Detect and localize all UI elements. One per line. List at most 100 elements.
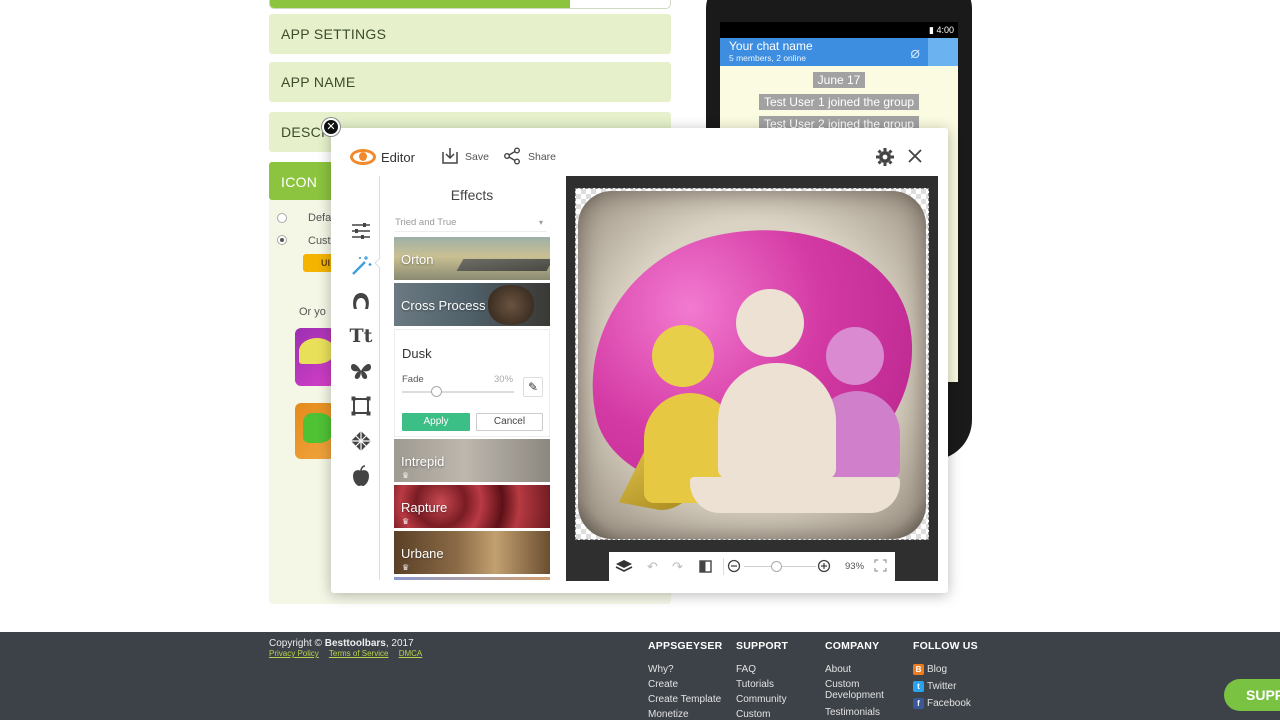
footer-link[interactable]: Custom xyxy=(736,707,788,720)
editor-modal: Editor Save Share Tt Effects Tried and T… xyxy=(331,128,948,593)
icon-option-purple[interactable] xyxy=(295,328,335,386)
effect-intrepid[interactable]: Intrepid ♛ xyxy=(394,439,550,482)
apply-button[interactable]: Apply xyxy=(402,413,470,431)
footer-link[interactable]: Custom xyxy=(825,679,884,690)
support-button[interactable]: SUPP xyxy=(1224,679,1280,711)
effects-category-dropdown[interactable]: Tried and True ▾ xyxy=(395,217,547,232)
texture-icon[interactable] xyxy=(349,429,373,453)
effect-rapture[interactable]: Rapture ♛ xyxy=(394,485,550,528)
crown-icon: ♛ xyxy=(402,471,410,480)
chat-date: June 17 xyxy=(812,72,866,88)
person-purple-head xyxy=(826,327,884,385)
effect-label: Intrepid xyxy=(401,454,445,469)
tool-sidebar: Tt xyxy=(343,176,379,580)
group-avatar xyxy=(928,38,958,66)
redo-icon[interactable]: ↷ xyxy=(672,559,683,575)
facebook-icon: f xyxy=(913,698,924,709)
apple-icon[interactable] xyxy=(349,464,373,488)
radio-custom-label: Cust xyxy=(308,235,331,247)
layers-icon[interactable] xyxy=(615,559,633,574)
share-button[interactable]: Share xyxy=(528,151,556,163)
magic-wand-icon[interactable] xyxy=(349,254,373,278)
gear-icon[interactable] xyxy=(875,147,895,167)
image-canvas[interactable]: ↶ ↷ 93% xyxy=(566,176,938,581)
zoom-out-icon[interactable] xyxy=(727,559,741,573)
footer-link[interactable]: Create Template xyxy=(648,692,722,707)
editor-topbar: Editor Save Share xyxy=(331,128,948,176)
dmca-link[interactable]: DMCA xyxy=(399,649,423,658)
fade-slider-handle[interactable] xyxy=(430,386,442,397)
section-app-settings[interactable]: APP SETTINGS xyxy=(269,14,671,54)
undo-icon[interactable]: ↶ xyxy=(647,559,658,575)
footer-link[interactable]: Tutorials xyxy=(736,677,788,692)
effect-dusk-settings: Dusk Fade 30% ✎ Apply Cancel xyxy=(394,329,550,437)
effect-next[interactable] xyxy=(394,577,550,580)
copyright-prefix: Copyright © xyxy=(269,638,322,649)
touch-up-icon[interactable] xyxy=(349,289,373,313)
copyright: Copyright © Besttoolbars, 2017 xyxy=(269,638,414,649)
site-footer: Copyright © Besttoolbars, 2017 Privacy P… xyxy=(0,632,1280,720)
adjustments-icon[interactable] xyxy=(349,219,373,243)
footer-heading: COMPANY xyxy=(825,640,880,652)
share-icon[interactable] xyxy=(503,147,521,165)
footer-link[interactable]: Monetize xyxy=(648,707,722,720)
section-app-name[interactable]: APP NAME xyxy=(269,62,671,102)
chevron-down-icon: ▾ xyxy=(538,218,543,227)
tool-divider xyxy=(379,176,380,580)
bubble-bottom-shape xyxy=(690,477,900,513)
effect-label: Dusk xyxy=(402,346,432,361)
radio-default-label: Defa xyxy=(308,212,332,224)
icon-option-orange[interactable] xyxy=(295,403,335,459)
battery-icon: ▮ xyxy=(929,25,934,35)
legal-links: Privacy Policy Terms of Service DMCA xyxy=(269,649,430,658)
fade-slider-track[interactable] xyxy=(402,391,514,393)
terms-link[interactable]: Terms of Service xyxy=(329,649,389,658)
effect-label: Orton xyxy=(401,252,434,267)
social-twitter[interactable]: t Twitter xyxy=(913,679,978,694)
person-white-body xyxy=(718,363,836,479)
footer-link[interactable]: Testimonials xyxy=(825,705,884,720)
text-tool-icon[interactable]: Tt xyxy=(349,324,373,348)
brush-icon[interactable]: ✎ xyxy=(523,377,543,397)
close-icon[interactable] xyxy=(906,147,924,165)
frame-icon[interactable] xyxy=(349,394,373,418)
zoom-in-icon[interactable] xyxy=(817,559,831,573)
save-icon[interactable] xyxy=(441,147,459,165)
cancel-button[interactable]: Cancel xyxy=(476,413,543,431)
editor-title: Editor xyxy=(381,150,415,165)
footer-col-support: SUPPORT FAQ Tutorials Community Custom xyxy=(736,640,788,720)
social-blog[interactable]: B Blog xyxy=(913,662,978,677)
editor-logo-icon xyxy=(350,148,376,166)
dropdown-value: Tried and True xyxy=(395,217,457,228)
zoom-level: 93% xyxy=(845,561,865,572)
footer-link[interactable]: About xyxy=(825,662,884,677)
footer-link[interactable]: Development xyxy=(825,690,884,701)
modal-close-badge-icon[interactable]: ✕ xyxy=(322,118,340,136)
paperclip-icon: ⌀ xyxy=(910,45,920,62)
footer-link[interactable]: Community xyxy=(736,692,788,707)
effect-label: Rapture xyxy=(401,500,448,515)
crown-icon: ♛ xyxy=(402,517,410,526)
footer-link[interactable]: Create xyxy=(648,677,722,692)
effect-orton[interactable]: Orton xyxy=(394,237,550,280)
save-button[interactable]: Save xyxy=(465,151,489,163)
footer-heading: SUPPORT xyxy=(736,640,789,652)
effect-cross-process[interactable]: Cross Process xyxy=(394,283,550,326)
effect-label: Cross Process xyxy=(401,298,486,313)
effect-urbane[interactable]: Urbane ♛ xyxy=(394,531,550,574)
butterfly-icon[interactable] xyxy=(349,359,373,383)
footer-link[interactable]: Why? xyxy=(648,662,722,677)
privacy-policy-link[interactable]: Privacy Policy xyxy=(269,649,319,658)
chat-header: Your chat name 5 members, 2 online ⌀ xyxy=(720,38,958,66)
radio-custom-icon[interactable] xyxy=(277,235,287,245)
footer-col-company: COMPANY About Custom Development Testimo… xyxy=(825,640,884,720)
zoom-slider-handle[interactable] xyxy=(771,561,783,572)
compare-icon[interactable] xyxy=(699,559,712,574)
copyright-brand: Besttoolbars xyxy=(324,638,386,649)
fullscreen-icon[interactable] xyxy=(874,559,887,572)
chat-message: Test User 1 joined the group xyxy=(758,94,920,110)
footer-col-appsgeyser: APPSGEYSER Why? Create Create Template M… xyxy=(648,640,722,720)
social-facebook[interactable]: f Facebook xyxy=(913,696,978,711)
footer-link[interactable]: FAQ xyxy=(736,662,788,677)
radio-default-icon[interactable] xyxy=(277,213,287,223)
